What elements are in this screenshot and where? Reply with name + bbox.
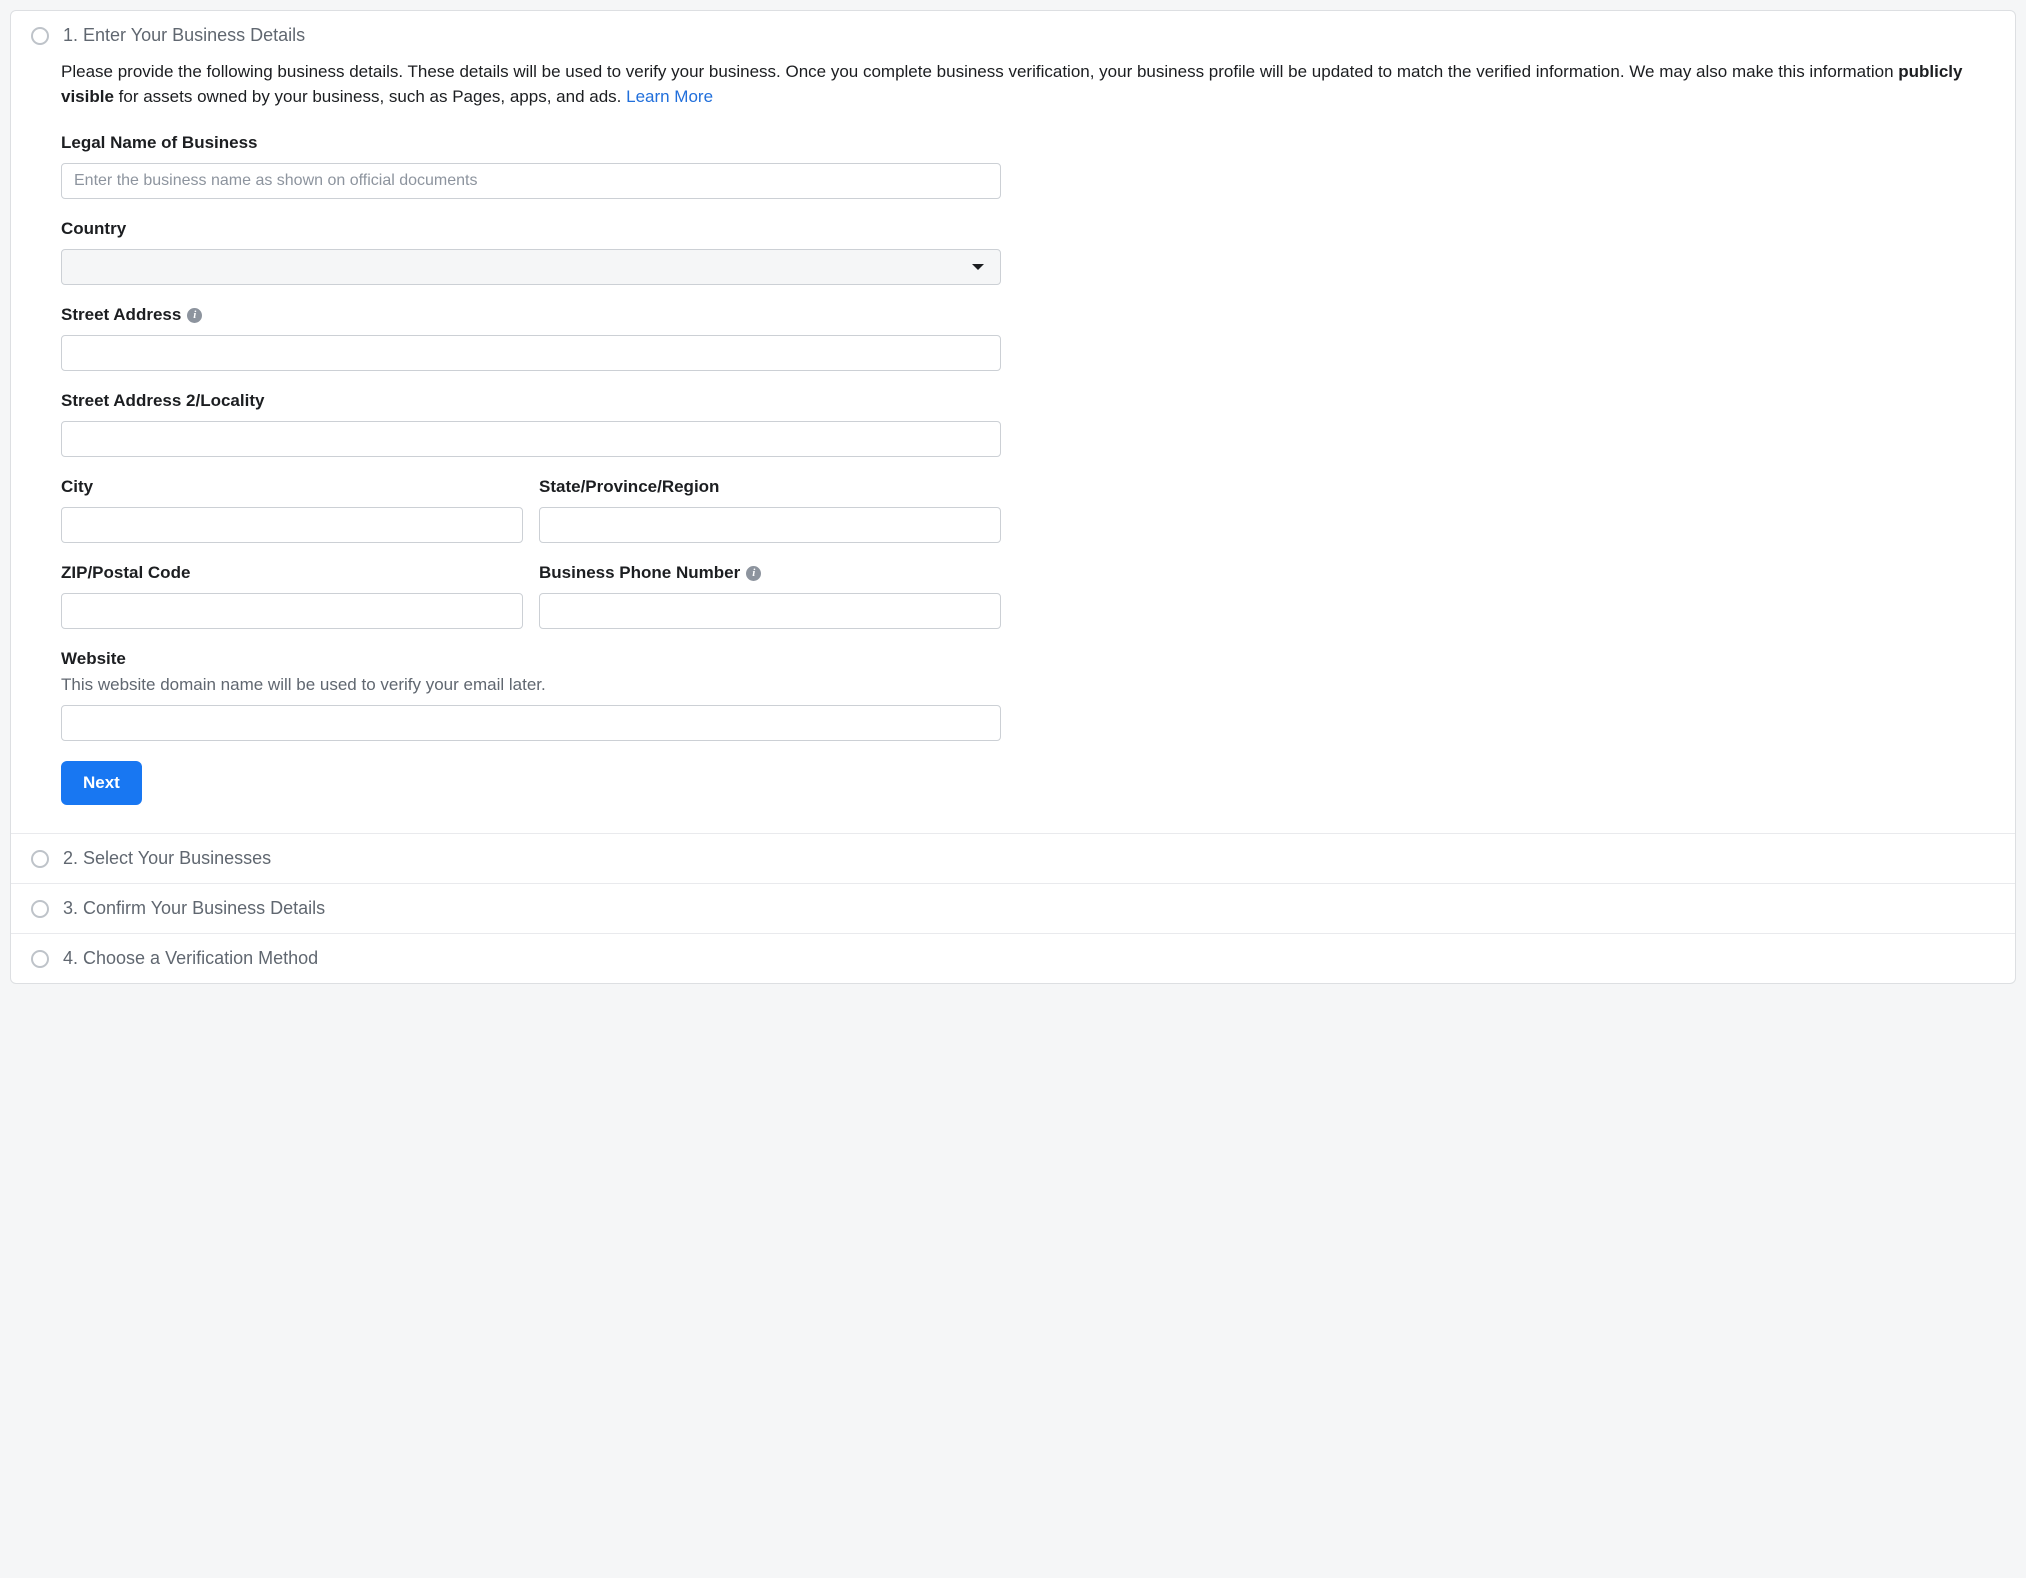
radio-icon [31, 27, 49, 45]
street-address-2-input[interactable] [61, 421, 1001, 457]
chevron-down-icon [972, 264, 984, 270]
street-address-2-label: Street Address 2/Locality [61, 391, 1001, 411]
phone-label-text: Business Phone Number [539, 563, 740, 583]
next-button[interactable]: Next [61, 761, 142, 805]
zip-field: ZIP/Postal Code [61, 563, 523, 629]
country-label: Country [61, 219, 1001, 239]
business-form: Legal Name of Business Country Street Ad… [61, 133, 1001, 805]
info-icon[interactable]: i [746, 566, 761, 581]
zip-label: ZIP/Postal Code [61, 563, 523, 583]
zip-input[interactable] [61, 593, 523, 629]
step-1-content: Please provide the following business de… [11, 60, 2015, 833]
phone-label: Business Phone Number i [539, 563, 1001, 583]
state-label: State/Province/Region [539, 477, 1001, 497]
step-4-header[interactable]: 4. Choose a Verification Method [11, 933, 2015, 983]
info-icon[interactable]: i [187, 308, 202, 323]
country-field: Country [61, 219, 1001, 285]
phone-input[interactable] [539, 593, 1001, 629]
street-address-2-field: Street Address 2/Locality [61, 391, 1001, 457]
step-1-title: 1. Enter Your Business Details [63, 25, 305, 46]
learn-more-link[interactable]: Learn More [626, 87, 713, 106]
step-4-title: 4. Choose a Verification Method [63, 948, 318, 969]
city-field: City [61, 477, 523, 543]
state-field: State/Province/Region [539, 477, 1001, 543]
state-input[interactable] [539, 507, 1001, 543]
step-3-title: 3. Confirm Your Business Details [63, 898, 325, 919]
verification-card: 1. Enter Your Business Details Please pr… [10, 10, 2016, 984]
step-2-title: 2. Select Your Businesses [63, 848, 271, 869]
step-2-header[interactable]: 2. Select Your Businesses [11, 833, 2015, 883]
radio-icon [31, 950, 49, 968]
country-select[interactable] [61, 249, 1001, 285]
radio-icon [31, 850, 49, 868]
step-1-header[interactable]: 1. Enter Your Business Details [11, 11, 2015, 60]
legal-name-input[interactable] [61, 163, 1001, 199]
legal-name-label: Legal Name of Business [61, 133, 1001, 153]
step-description: Please provide the following business de… [61, 60, 1965, 109]
description-text-2: for assets owned by your business, such … [114, 87, 626, 106]
website-field: Website This website domain name will be… [61, 649, 1001, 741]
street-address-label-text: Street Address [61, 305, 181, 325]
phone-field: Business Phone Number i [539, 563, 1001, 629]
website-label: Website [61, 649, 1001, 669]
legal-name-field: Legal Name of Business [61, 133, 1001, 199]
website-help-text: This website domain name will be used to… [61, 675, 1001, 695]
description-text-1: Please provide the following business de… [61, 62, 1898, 81]
street-address-field: Street Address i [61, 305, 1001, 371]
website-input[interactable] [61, 705, 1001, 741]
step-3-header[interactable]: 3. Confirm Your Business Details [11, 883, 2015, 933]
radio-icon [31, 900, 49, 918]
city-input[interactable] [61, 507, 523, 543]
street-address-input[interactable] [61, 335, 1001, 371]
city-label: City [61, 477, 523, 497]
street-address-label: Street Address i [61, 305, 1001, 325]
